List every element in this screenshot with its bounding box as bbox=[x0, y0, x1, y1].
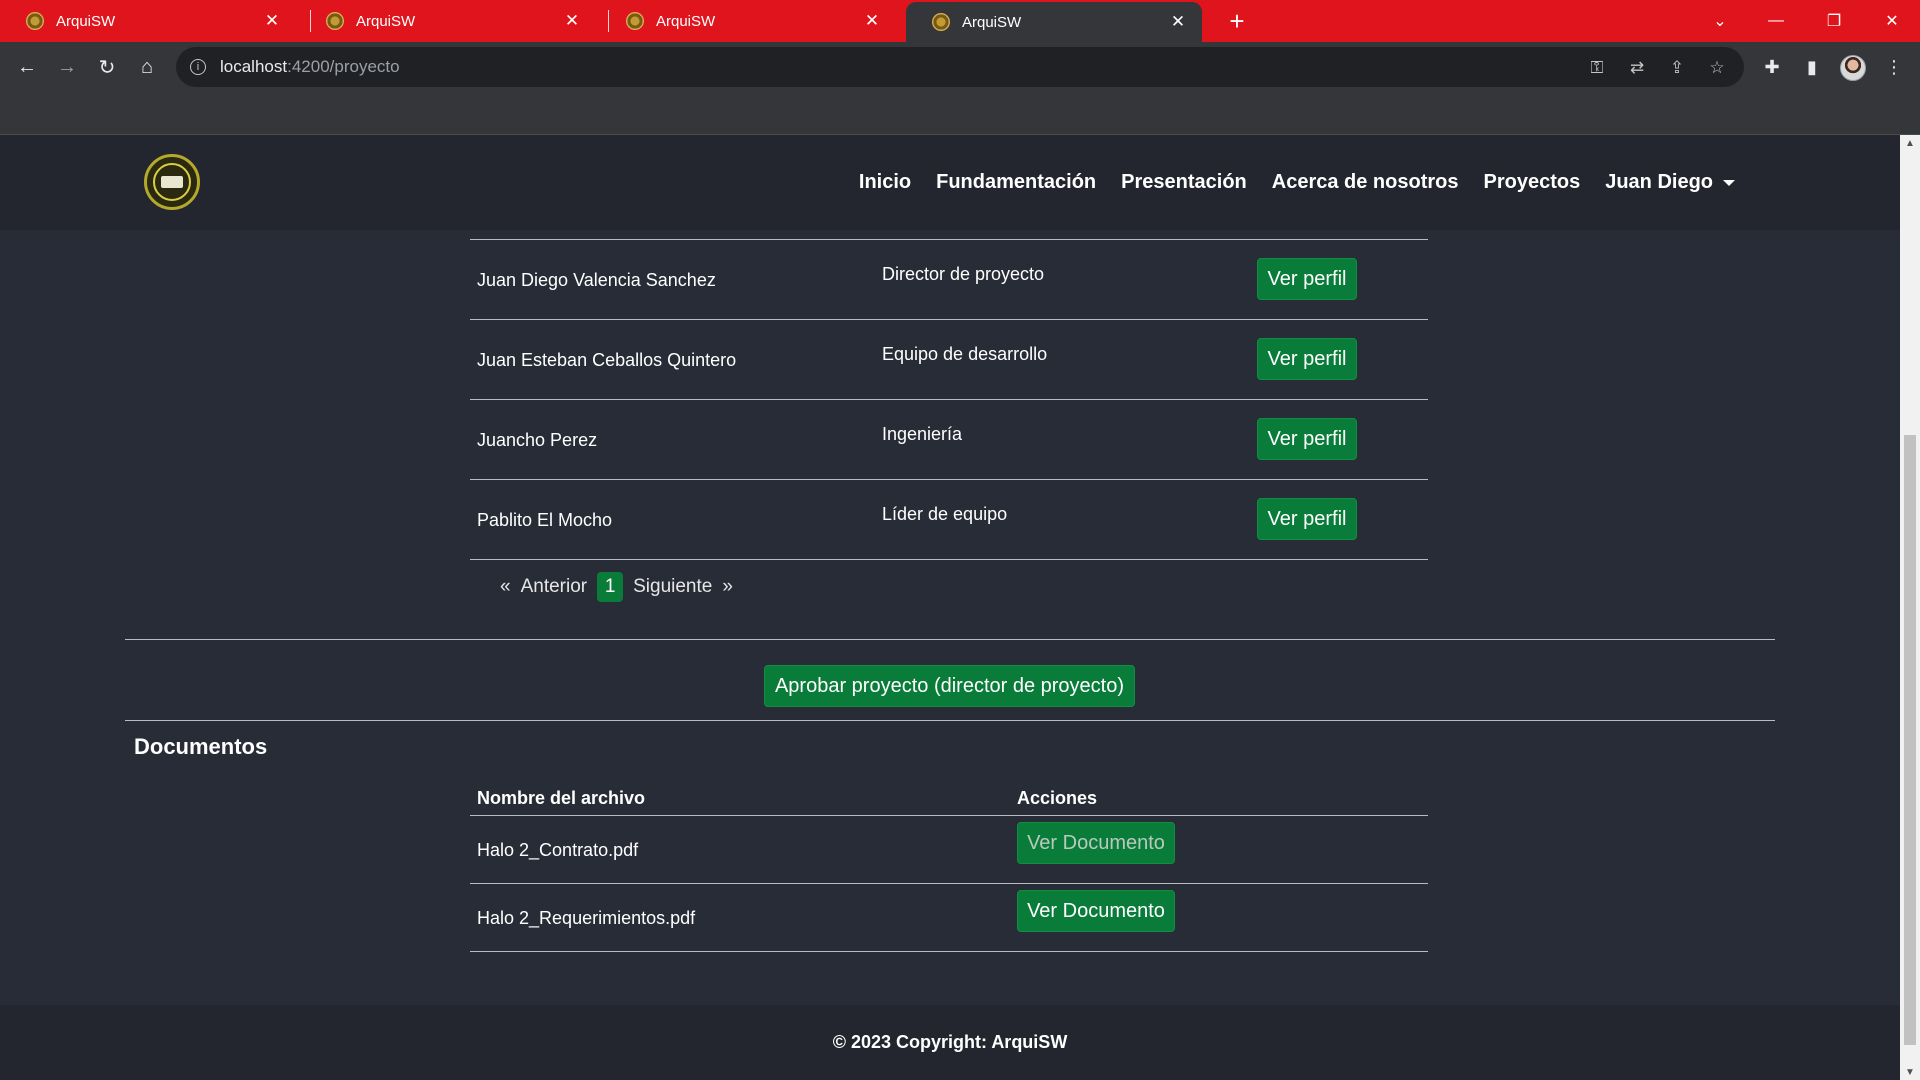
scrollbar-thumb[interactable] bbox=[1904, 435, 1916, 1045]
browser-tabstrip: ArquiSW ✕ ArquiSW ✕ ArquiSW ✕ ArquiSW ✕ … bbox=[0, 0, 1920, 42]
url-text: localhost:4200/proyecto bbox=[220, 57, 400, 76]
member-role: Ingeniería bbox=[882, 424, 963, 444]
table-row: Halo 2_Contrato.pdf Ver Documento bbox=[470, 816, 1428, 884]
member-name: Juan Diego Valencia Sanchez bbox=[477, 270, 716, 290]
member-name: Juancho Perez bbox=[477, 430, 598, 450]
member-role: Líder de equipo bbox=[882, 504, 1008, 524]
view-document-button[interactable]: Ver Documento bbox=[1017, 890, 1175, 932]
menu-kebab-icon[interactable]: ⋮ bbox=[1882, 55, 1906, 79]
close-icon[interactable]: ✕ bbox=[262, 11, 282, 31]
table-row: Juan Esteban Ceballos Quintero Equipo de… bbox=[470, 319, 1428, 399]
pagination-prev[interactable]: Anterior bbox=[521, 576, 588, 598]
profile-avatar[interactable] bbox=[1840, 55, 1866, 81]
side-panel-icon[interactable]: ▮ bbox=[1800, 55, 1824, 79]
pagination-next[interactable]: Siguiente bbox=[633, 576, 712, 598]
page-scrollbar[interactable]: ▲ ▼ bbox=[1900, 135, 1920, 1080]
pagination-current-page[interactable]: 1 bbox=[597, 572, 624, 602]
view-profile-button[interactable]: Ver perfil bbox=[1257, 258, 1357, 300]
translate-icon[interactable]: ⇄ bbox=[1626, 57, 1648, 79]
logo-emblem bbox=[153, 163, 191, 201]
site-favicon-icon bbox=[326, 12, 344, 30]
new-tab-icon[interactable]: + bbox=[1222, 6, 1252, 36]
view-profile-button[interactable]: Ver perfil bbox=[1257, 418, 1357, 460]
close-icon[interactable]: ✕ bbox=[1168, 12, 1188, 32]
logo-mark bbox=[161, 176, 183, 188]
browser-tab[interactable]: ArquiSW ✕ bbox=[600, 0, 896, 42]
site-favicon-icon bbox=[932, 13, 950, 31]
table-row: Pablito El Mocho Líder de equipo Ver per… bbox=[470, 479, 1428, 560]
nav-link-inicio[interactable]: Inicio bbox=[859, 171, 911, 194]
view-profile-button[interactable]: Ver perfil bbox=[1257, 498, 1357, 540]
members-table: Juan Diego Valencia Sanchez Director de … bbox=[470, 239, 1428, 560]
document-filename: Halo 2_Contrato.pdf bbox=[477, 840, 639, 860]
documents-table: Nombre del archivo Acciones Halo 2_Contr… bbox=[470, 780, 1428, 952]
nav-link-proyectos[interactable]: Proyectos bbox=[1483, 171, 1580, 194]
tab-search-icon[interactable]: ⌄ bbox=[1692, 0, 1748, 42]
share-icon[interactable]: ⇪ bbox=[1666, 57, 1688, 79]
bookmarks-bar bbox=[0, 92, 1920, 135]
document-filename: Halo 2_Requerimientos.pdf bbox=[477, 908, 696, 928]
column-header-actions: Acciones bbox=[1017, 788, 1098, 808]
tab-title: ArquiSW bbox=[356, 12, 416, 30]
section-divider bbox=[125, 639, 1775, 640]
home-icon[interactable]: ⌂ bbox=[133, 53, 161, 81]
bookmark-star-icon[interactable]: ☆ bbox=[1706, 57, 1728, 79]
tab-title: ArquiSW bbox=[56, 12, 116, 30]
section-divider bbox=[125, 720, 1775, 721]
tab-title: ArquiSW bbox=[656, 12, 716, 30]
forward-icon[interactable]: → bbox=[53, 53, 81, 81]
member-name: Juan Esteban Ceballos Quintero bbox=[477, 350, 737, 370]
close-icon[interactable]: ✕ bbox=[562, 11, 582, 31]
approve-project-button[interactable]: Aprobar proyecto (director de proyecto) bbox=[764, 665, 1135, 707]
nav-links: Inicio Fundamentación Presentación Acerc… bbox=[834, 135, 1735, 230]
pagination-last[interactable]: » bbox=[722, 576, 733, 598]
pagination-first[interactable]: « bbox=[500, 576, 511, 598]
browser-toolbar: ← → ↻ ⌂ i localhost:4200/proyecto ⚿ ⇄ ⇪ … bbox=[0, 42, 1920, 92]
address-bar[interactable]: i localhost:4200/proyecto ⚿ ⇄ ⇪ ☆ bbox=[176, 47, 1744, 87]
reload-icon[interactable]: ↻ bbox=[93, 53, 121, 81]
browser-tab[interactable]: ArquiSW ✕ bbox=[300, 0, 596, 42]
back-icon[interactable]: ← bbox=[13, 53, 41, 81]
site-navbar: Inicio Fundamentación Presentación Acerc… bbox=[0, 135, 1900, 230]
close-icon[interactable]: ✕ bbox=[862, 11, 882, 31]
member-name: Pablito El Mocho bbox=[477, 510, 613, 530]
site-logo[interactable] bbox=[144, 154, 200, 210]
scroll-up-icon[interactable]: ▲ bbox=[1900, 135, 1920, 151]
table-row: Halo 2_Requerimientos.pdf Ver Documento bbox=[470, 884, 1428, 952]
nav-link-presentacion[interactable]: Presentación bbox=[1121, 171, 1247, 194]
nav-link-fundamentacion[interactable]: Fundamentación bbox=[936, 171, 1096, 194]
user-dropdown[interactable]: Juan Diego bbox=[1605, 171, 1735, 194]
table-row: Juancho Perez Ingeniería Ver perfil bbox=[470, 399, 1428, 479]
caret-down-icon bbox=[1723, 179, 1735, 186]
site-info-icon[interactable]: i bbox=[190, 59, 206, 75]
nav-link-acerca[interactable]: Acerca de nosotros bbox=[1272, 171, 1459, 194]
view-document-button[interactable]: Ver Documento bbox=[1017, 822, 1175, 864]
page-viewport: Inicio Fundamentación Presentación Acerc… bbox=[0, 135, 1900, 1080]
view-profile-button[interactable]: Ver perfil bbox=[1257, 338, 1357, 380]
scroll-down-icon[interactable]: ▼ bbox=[1900, 1064, 1920, 1080]
key-icon[interactable]: ⚿ bbox=[1586, 57, 1608, 79]
member-role: Equipo de desarrollo bbox=[882, 344, 1048, 364]
footer-copyright: © 2023 Copyright: ArquiSW bbox=[0, 1005, 1900, 1080]
window-close-icon[interactable]: ✕ bbox=[1864, 0, 1920, 42]
site-favicon-icon bbox=[26, 12, 44, 30]
table-header: Nombre del archivo Acciones bbox=[470, 780, 1428, 816]
table-row: Juan Diego Valencia Sanchez Director de … bbox=[470, 239, 1428, 319]
member-role: Director de proyecto bbox=[882, 264, 1045, 284]
minimize-icon[interactable]: — bbox=[1748, 0, 1804, 42]
extensions-icon[interactable]: ✚ bbox=[1760, 55, 1784, 79]
site-favicon-icon bbox=[626, 12, 644, 30]
user-name: Juan Diego bbox=[1605, 171, 1713, 193]
pagination: « Anterior 1 Siguiente » bbox=[500, 572, 743, 602]
browser-tab-active[interactable]: ArquiSW ✕ bbox=[906, 2, 1202, 42]
browser-tab[interactable]: ArquiSW ✕ bbox=[0, 0, 296, 42]
restore-icon[interactable]: ❐ bbox=[1806, 0, 1862, 42]
tab-title: ArquiSW bbox=[962, 13, 1022, 31]
column-header-filename: Nombre del archivo bbox=[477, 788, 646, 808]
documents-heading: Documentos bbox=[134, 734, 268, 759]
